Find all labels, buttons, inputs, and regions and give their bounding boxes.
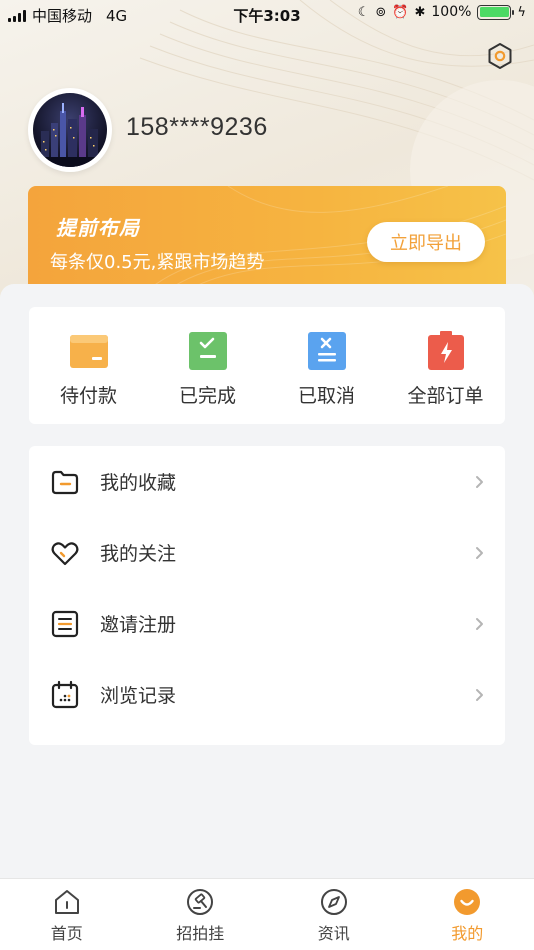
- smile-icon: [452, 887, 482, 917]
- tab-news[interactable]: 资讯: [267, 879, 401, 950]
- city-night-avatar: [33, 93, 107, 167]
- orientation-lock-icon: ⊚: [375, 4, 387, 20]
- promo-title: 提前布局: [56, 216, 140, 240]
- alarm-icon: ⏰: [392, 4, 409, 20]
- battery-percent: 100%: [431, 4, 472, 20]
- avatar[interactable]: [28, 88, 112, 172]
- menu-item-invite[interactable]: 邀请注册: [29, 588, 505, 659]
- orders-card: 待付款 已完成 已取消 全部订单: [29, 307, 505, 424]
- chevron-right-icon: [473, 546, 487, 560]
- calendar-icon: [49, 679, 81, 711]
- menu-label: 浏览记录: [100, 685, 177, 707]
- check-list-icon: [188, 331, 228, 371]
- chevron-right-icon: [473, 617, 487, 631]
- status-bar: 中国移动 4G 下午3:03 ☾ ⊚ ⏰ ✱ 100% ϟ: [0, 0, 534, 28]
- tab-home[interactable]: 首页: [0, 879, 134, 950]
- moon-icon: ☾: [357, 4, 370, 20]
- heart-icon: [49, 537, 81, 569]
- promo-subtitle: 每条仅0.5元,紧跟市场趋势: [50, 252, 265, 273]
- order-completed[interactable]: 已完成: [148, 307, 267, 424]
- menu-card: 我的收藏 我的关注 邀请注册 浏览记录: [29, 446, 505, 745]
- tab-label: 首页: [50, 924, 83, 943]
- tab-label: 资讯: [317, 924, 350, 943]
- settings-hexagon-icon: [488, 43, 512, 69]
- chevron-right-icon: [473, 688, 487, 702]
- menu-label: 邀请注册: [100, 614, 177, 636]
- order-label: 全部订单: [407, 385, 484, 407]
- tab-label: 招拍挂: [176, 924, 225, 943]
- battery-icon: [477, 4, 515, 20]
- order-all[interactable]: 全部订单: [386, 307, 505, 424]
- promo-banner[interactable]: 提前布局 每条仅0.5元,紧跟市场趋势 立即导出: [28, 186, 506, 290]
- bluetooth-icon: ✱: [414, 4, 426, 20]
- order-label: 已取消: [297, 385, 355, 407]
- export-button[interactable]: 立即导出: [367, 222, 485, 262]
- tab-mine[interactable]: 我的: [401, 879, 534, 950]
- menu-item-history[interactable]: 浏览记录: [29, 659, 505, 730]
- menu-item-following[interactable]: 我的关注: [29, 517, 505, 588]
- battery-bolt-icon: [426, 331, 466, 371]
- order-pending[interactable]: 待付款: [29, 307, 148, 424]
- order-label: 待付款: [59, 385, 117, 407]
- folder-icon: [49, 466, 81, 498]
- menu-label: 我的关注: [100, 543, 177, 565]
- document-icon: [49, 608, 81, 640]
- tab-label: 我的: [451, 924, 484, 943]
- charging-icon: ϟ: [517, 4, 526, 20]
- home-icon: [52, 887, 82, 917]
- gavel-icon: [185, 887, 215, 917]
- menu-label: 我的收藏: [100, 472, 177, 494]
- cancel-list-icon: [307, 331, 347, 371]
- wallet-icon: [69, 331, 109, 371]
- order-cancelled[interactable]: 已取消: [267, 307, 386, 424]
- chevron-right-icon: [473, 475, 487, 489]
- compass-icon: [319, 887, 349, 917]
- order-label: 已完成: [178, 385, 236, 407]
- menu-item-favorites[interactable]: 我的收藏: [29, 446, 505, 517]
- settings-button[interactable]: [484, 40, 516, 72]
- tab-auction[interactable]: 招拍挂: [134, 879, 268, 950]
- user-phone: 158****9236: [126, 113, 268, 141]
- tab-bar: 首页 招拍挂 资讯 我的: [0, 878, 534, 950]
